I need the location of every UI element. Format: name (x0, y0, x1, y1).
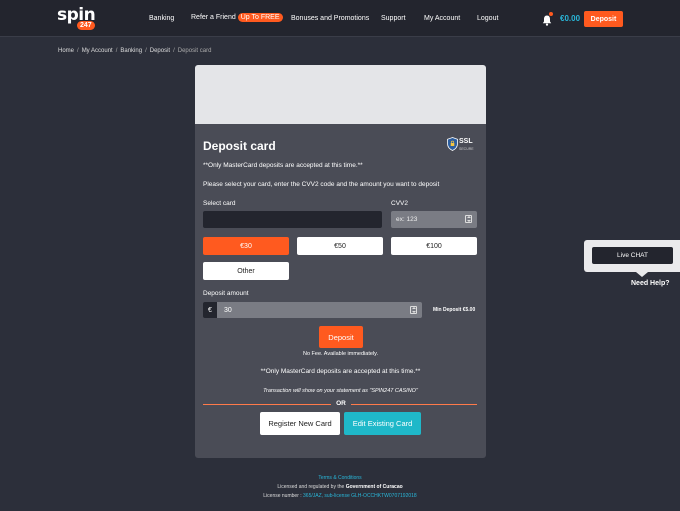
cvv-label: CVV2 (391, 200, 408, 207)
chat-tail (636, 272, 648, 277)
shield-icon (447, 137, 458, 151)
balance-amount: €0.00 (560, 14, 581, 23)
deposit-card-panel: Deposit card SSL SECURE **Only MasterCar… (195, 65, 486, 458)
deposit-instructions: Please select your card, enter the CVV2 … (203, 181, 440, 188)
breadcrumb-deposit[interactable]: Deposit (150, 48, 170, 54)
nav-refer-a-friend[interactable]: Refer a Friend Up To FREE (191, 13, 283, 22)
deposit-submit-button[interactable]: Deposit (319, 326, 363, 348)
top-header: spin 247 Banking Refer a Friend Up To FRE… (0, 0, 680, 37)
nav-support[interactable]: Support (381, 15, 406, 22)
nav-bonuses[interactable]: Bonuses and Promotions (291, 15, 369, 22)
mastercard-note-bottom: **Only MasterCard deposits are accepted … (260, 368, 421, 375)
register-new-card-button[interactable]: Register New Card (260, 412, 340, 435)
ssl-secure-badge: SSL SECURE (447, 137, 475, 155)
bell-icon[interactable] (542, 12, 553, 26)
statement-text: Transaction will show on your statement … (263, 388, 418, 394)
logo-number: 247 (77, 21, 95, 30)
mastercard-note-top: **Only MasterCard deposits are accepted … (203, 162, 363, 169)
card-banner (195, 65, 486, 124)
deposit-amount-label: Deposit amount (203, 290, 249, 297)
header-deposit-button[interactable]: Deposit (584, 11, 623, 27)
spin247-logo[interactable]: spin 247 (57, 5, 99, 33)
select-card-label: Select card (203, 200, 236, 207)
license-link[interactable]: 365/JAZ, sub-license GLH-OCCHKTW07071920… (303, 493, 417, 499)
breadcrumb-my-account[interactable]: My Account (82, 48, 113, 54)
breadcrumb-current: Deposit card (177, 48, 212, 54)
amount-50-button[interactable]: €50 (297, 237, 383, 255)
amount-100-button[interactable]: €100 (391, 237, 477, 255)
amount-stepper-icon[interactable] (410, 306, 417, 314)
breadcrumb-banking[interactable]: Banking (120, 48, 142, 54)
euro-icon: € (203, 302, 217, 318)
live-chat-widget: Live CHAT (584, 240, 680, 272)
nav-banking[interactable]: Banking (149, 15, 174, 22)
deposit-amount-field: € 30 (203, 302, 422, 318)
nav-logout[interactable]: Logout (477, 15, 498, 22)
nav-refer-label: Refer a Friend (191, 14, 236, 21)
licensed-text: Licensed and regulated by the Government… (277, 484, 403, 490)
live-chat-button[interactable]: Live CHAT (592, 247, 673, 264)
or-label: OR (331, 400, 351, 407)
license-number: License number : 365/JAZ, sub-license GL… (263, 493, 417, 499)
edit-existing-card-button[interactable]: Edit Existing Card (344, 412, 421, 435)
refer-badge: Up To FREE (237, 13, 283, 22)
card-title: Deposit card (203, 139, 276, 153)
terms-link[interactable]: Terms & Conditions (0, 475, 680, 481)
breadcrumb-home[interactable]: Home (58, 48, 74, 54)
amount-value: 30 (224, 306, 232, 314)
breadcrumb: Home / My Account / Banking / Deposit / Deposit … (58, 48, 212, 54)
government-text: Government of Curacao (345, 484, 403, 490)
deposit-amount-input[interactable]: 30 (217, 302, 422, 318)
cvv-input[interactable]: ex: 123 (391, 211, 477, 228)
amount-other-button[interactable]: Other (203, 262, 289, 280)
need-help-text[interactable]: Need Help? (631, 280, 670, 287)
ssl-label: SSL (459, 138, 473, 145)
cvv-placeholder: ex: 123 (396, 216, 418, 223)
min-deposit-text: Min Deposit €5.00 (433, 307, 476, 313)
select-card-dropdown[interactable] (203, 211, 382, 228)
notification-dot (549, 12, 553, 16)
nav-my-account[interactable]: My Account (424, 15, 460, 22)
amount-30-button[interactable]: €30 (203, 237, 289, 255)
ssl-sub: SECURE (459, 147, 474, 151)
cvv-stepper-icon[interactable] (465, 215, 472, 223)
no-fee-text: No Fee. Available immediately. (303, 351, 378, 357)
